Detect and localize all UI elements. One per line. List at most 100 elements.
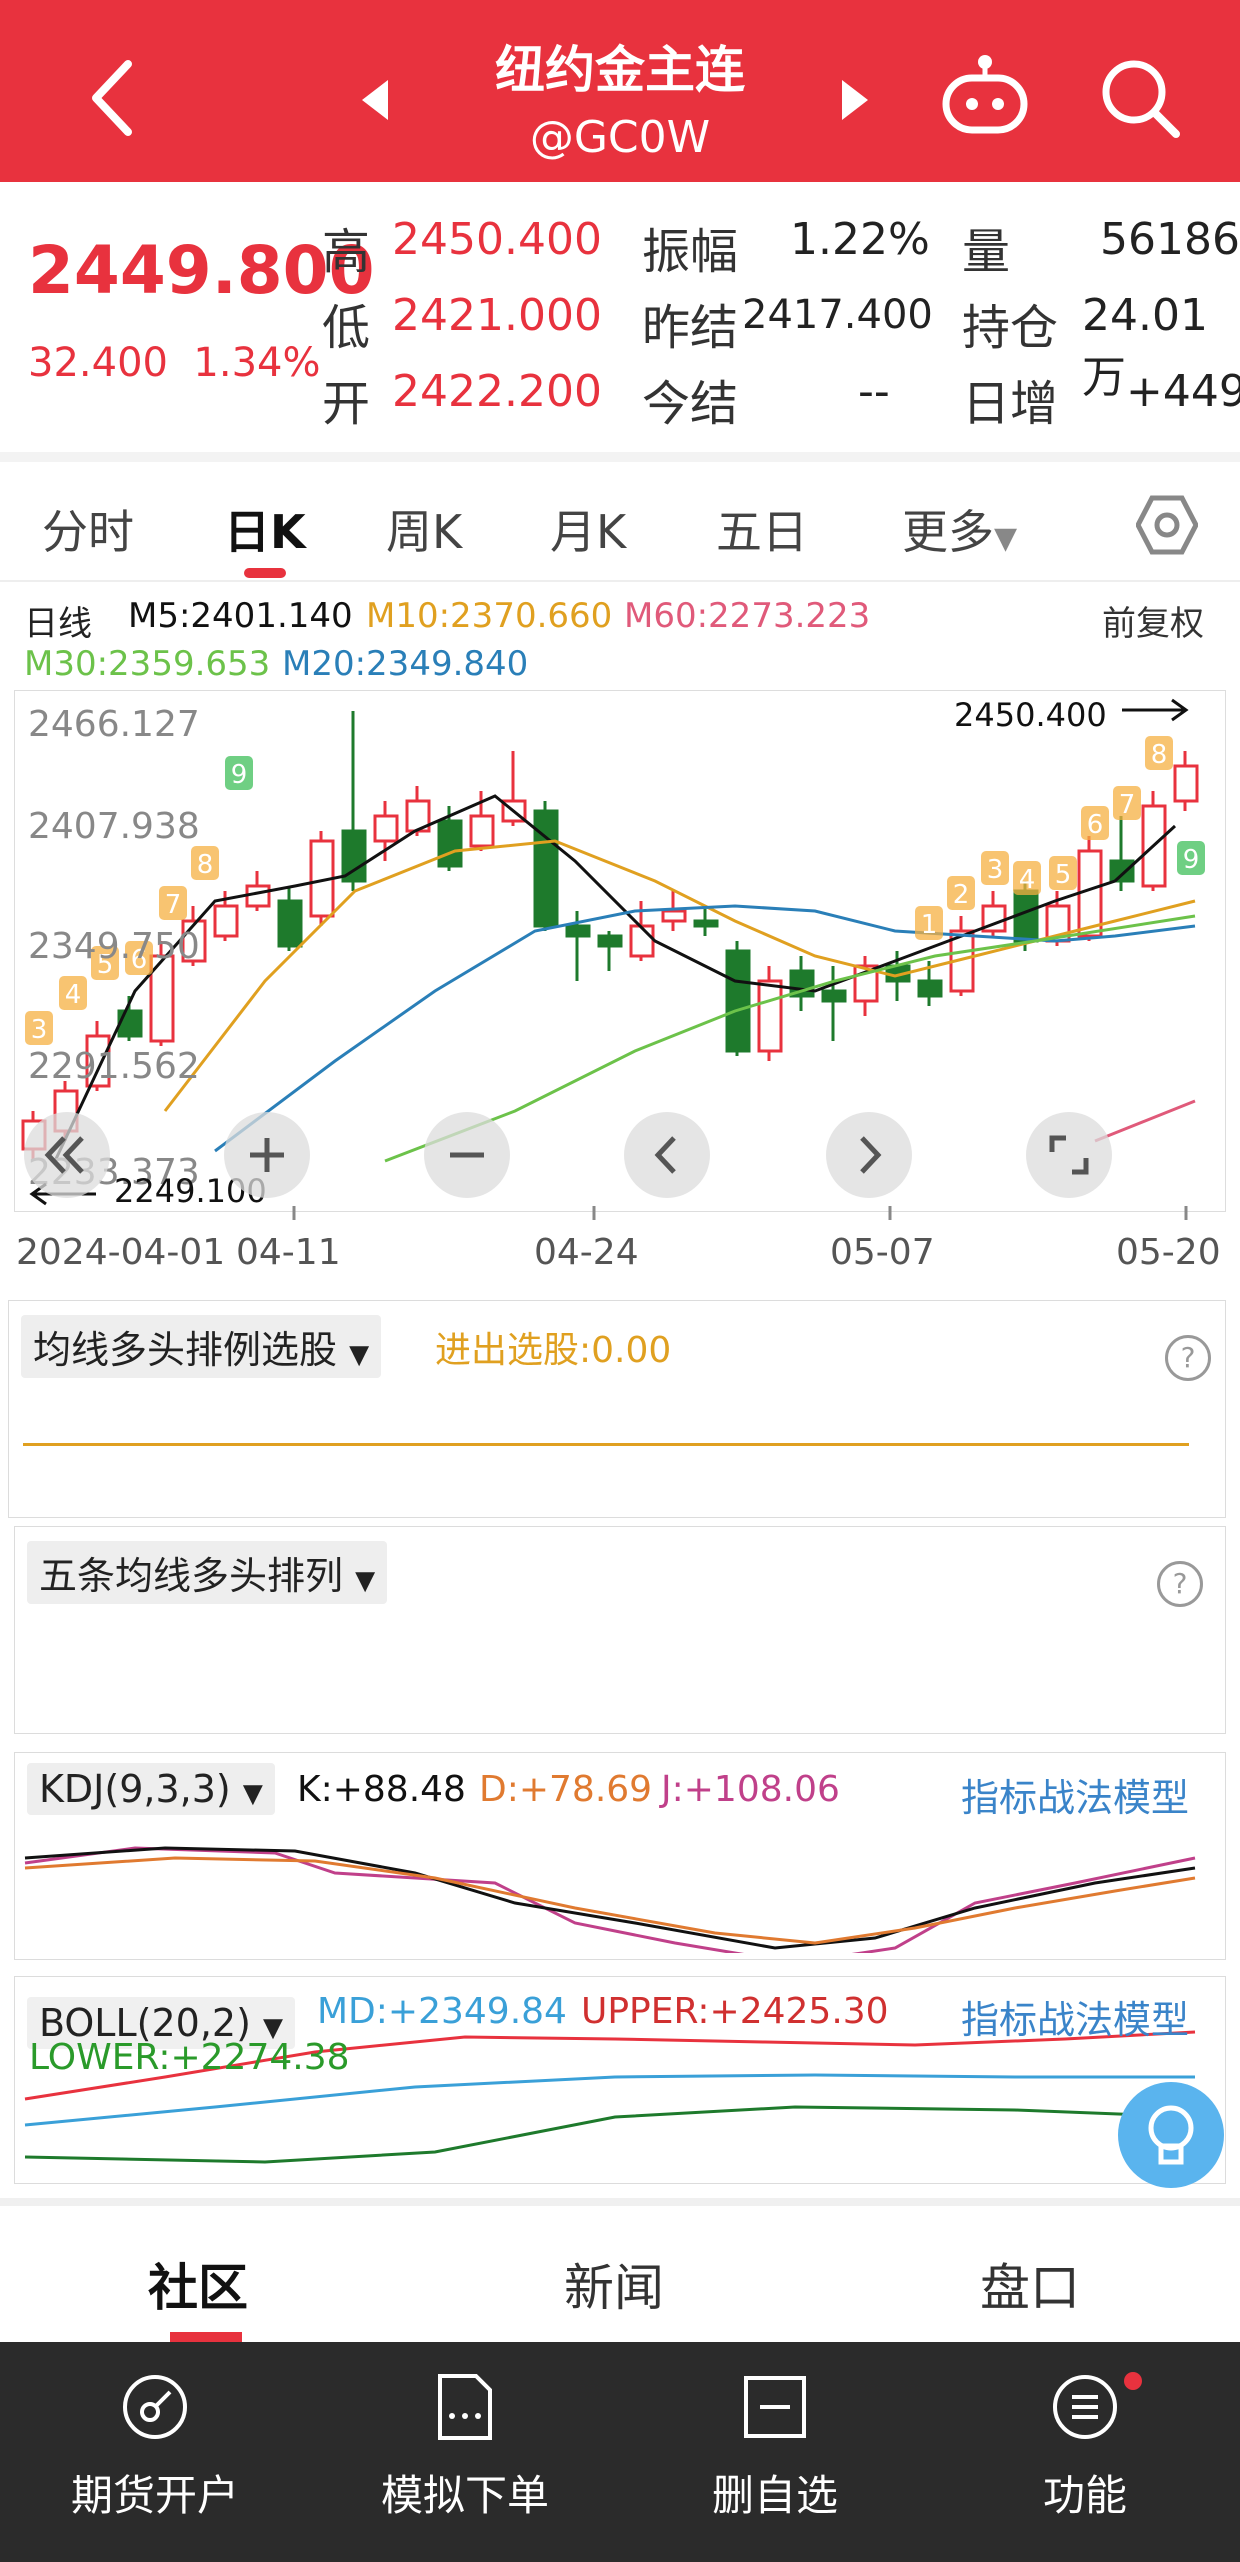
y-tick: 2407.938 <box>28 806 200 847</box>
lightbulb-icon <box>1148 2105 1194 2165</box>
settings-hexagon-icon[interactable] <box>1136 494 1198 556</box>
open-interest-label: 持仓 <box>962 300 1059 356</box>
contract-code: @GC0W <box>529 112 711 163</box>
amp-value: 1.22% <box>790 214 930 265</box>
strategy-selector-2[interactable]: 五条均线多头排列 ▼ <box>27 1541 388 1604</box>
double-chevron-left-icon <box>44 1136 84 1174</box>
td-count-label: 1 <box>921 910 938 940</box>
volume-value: 56186 <box>1100 214 1240 265</box>
adjust-mode-button[interactable]: 前复权 <box>1102 596 1204 645</box>
candle-body <box>1109 859 1135 883</box>
high-marker-label: 2450.400 <box>954 696 1107 734</box>
td-count-label: 6 <box>1087 810 1104 840</box>
page-title: 纽约金主连 <box>495 41 745 99</box>
nav-functions[interactable]: 功能 <box>930 2342 1240 2562</box>
document-icon <box>438 2374 492 2440</box>
tips-button[interactable] <box>1118 2082 1224 2188</box>
x-tick: 05-07 <box>830 1232 935 1273</box>
ma60-legend: M60:2273.223 <box>624 596 871 636</box>
kdj-k: K:+88.48 <box>297 1769 466 1810</box>
td-count-label: 8 <box>1151 740 1168 770</box>
dropdown-caret-icon: ▼ <box>355 1566 376 1596</box>
tab-five-day[interactable]: 五日 <box>716 496 808 562</box>
x-tick: 04-24 <box>534 1232 639 1273</box>
kdj-lines <box>24 1846 1196 1953</box>
open-label: 开 <box>322 376 371 432</box>
nav-simulated-order[interactable]: 模拟下单 <box>310 2342 620 2562</box>
nav-remove-watchlist[interactable]: 删自选 <box>620 2342 930 2562</box>
tab-community[interactable]: 社区 <box>148 2248 248 2320</box>
price-change: 32.400 1.34% <box>28 340 321 386</box>
scroll-left-button[interactable] <box>624 1112 710 1198</box>
td-count-label: 4 <box>1019 865 1036 895</box>
candle-body <box>597 934 623 948</box>
fullscreen-button[interactable] <box>1026 1112 1112 1198</box>
minus-icon <box>450 1152 484 1158</box>
bottom-nav: 期货开户 模拟下单 删自选 功能 <box>0 2342 1240 2562</box>
app-header: 纽约金主连 @GC0W <box>0 0 1240 182</box>
strategy-selector-1[interactable]: 均线多头排例选股 ▼ <box>21 1315 382 1378</box>
tab-news[interactable]: 新闻 <box>564 2248 664 2320</box>
compass-icon <box>123 2375 187 2439</box>
tab-weekly-k[interactable]: 周K <box>386 496 462 562</box>
divider <box>0 580 1240 582</box>
scroll-right-button[interactable] <box>826 1112 912 1198</box>
y-tick: 2349.750 <box>28 926 200 967</box>
x-tick: 04-11 <box>236 1232 341 1273</box>
active-tab-indicator <box>170 2332 242 2342</box>
ma5-legend: M5:2401.140 <box>128 596 353 636</box>
boll-upper: UPPER:+2425.30 <box>581 1991 889 2032</box>
nav-open-account[interactable]: 期货开户 <box>0 2342 310 2562</box>
high-value: 2450.400 <box>392 214 602 265</box>
zoom-in-button[interactable] <box>224 1112 310 1198</box>
open-value: 2422.200 <box>392 366 602 417</box>
next-contract-icon[interactable] <box>840 78 870 122</box>
indicator-strategy-link[interactable]: 指标战法模型 <box>961 1989 1189 2044</box>
help-icon[interactable]: ? <box>1165 1335 1211 1381</box>
low-value: 2421.000 <box>392 290 602 341</box>
search-icon[interactable] <box>1098 56 1182 140</box>
td-count-label: 3 <box>31 1015 48 1045</box>
tab-daily-k[interactable]: 日K <box>224 496 306 562</box>
plus-icon <box>250 1138 284 1172</box>
tab-intraday[interactable]: 分时 <box>42 496 134 562</box>
td-count-label: 8 <box>197 850 214 880</box>
candle-body <box>437 819 463 868</box>
strategy-panel-1: 均线多头排例选股 ▼ 进出选股:0.00 ? <box>8 1300 1226 1518</box>
candle-body <box>1077 849 1103 938</box>
candle-body <box>245 884 271 908</box>
tab-order-book[interactable]: 盘口 <box>980 2248 1080 2320</box>
expand-icon <box>1049 1135 1089 1175</box>
candle-body <box>629 924 655 958</box>
ma20-legend: M20:2349.840 <box>282 644 529 684</box>
candle-body <box>725 949 751 1053</box>
candle-body <box>757 979 783 1053</box>
td-count-label: 9 <box>231 760 248 790</box>
daily-increase-value: +449 <box>1126 366 1240 417</box>
period-label: 日线 <box>24 604 92 644</box>
boll-md: MD:+2349.84 <box>317 1991 567 2032</box>
td-count-label: 7 <box>1119 790 1136 820</box>
x-tick: 05-20 <box>1116 1232 1221 1273</box>
chevron-right-icon <box>860 1136 882 1174</box>
dropdown-caret-icon: ▼ <box>349 1340 370 1370</box>
zoom-out-button[interactable] <box>424 1112 510 1198</box>
candle-body <box>661 909 687 923</box>
kdj-selector[interactable]: KDJ(9,3,3) ▼ <box>27 1763 275 1815</box>
strategy-value: 进出选股:0.00 <box>435 1330 672 1371</box>
tab-more[interactable]: 更多▼ <box>902 496 1017 562</box>
td-count-label: 9 <box>1183 845 1200 875</box>
candle-body <box>565 924 591 938</box>
td-count-label: 2 <box>953 880 970 910</box>
td-count-label: 3 <box>987 855 1004 885</box>
candle-body <box>821 989 847 1003</box>
high-arrow-icon <box>1122 698 1189 722</box>
help-icon[interactable]: ? <box>1157 1561 1203 1607</box>
tab-monthly-k[interactable]: 月K <box>550 496 626 562</box>
robot-icon[interactable] <box>940 52 1030 136</box>
minus-box-icon <box>744 2376 806 2438</box>
kdj-j-line <box>24 1846 1196 1953</box>
daily-increase-label: 日增 <box>962 376 1059 432</box>
scroll-start-button[interactable] <box>24 1112 110 1198</box>
boll-panel: BOLL(20,2) ▼ MD:+2349.84 UPPER:+2425.30 … <box>14 1976 1226 2184</box>
